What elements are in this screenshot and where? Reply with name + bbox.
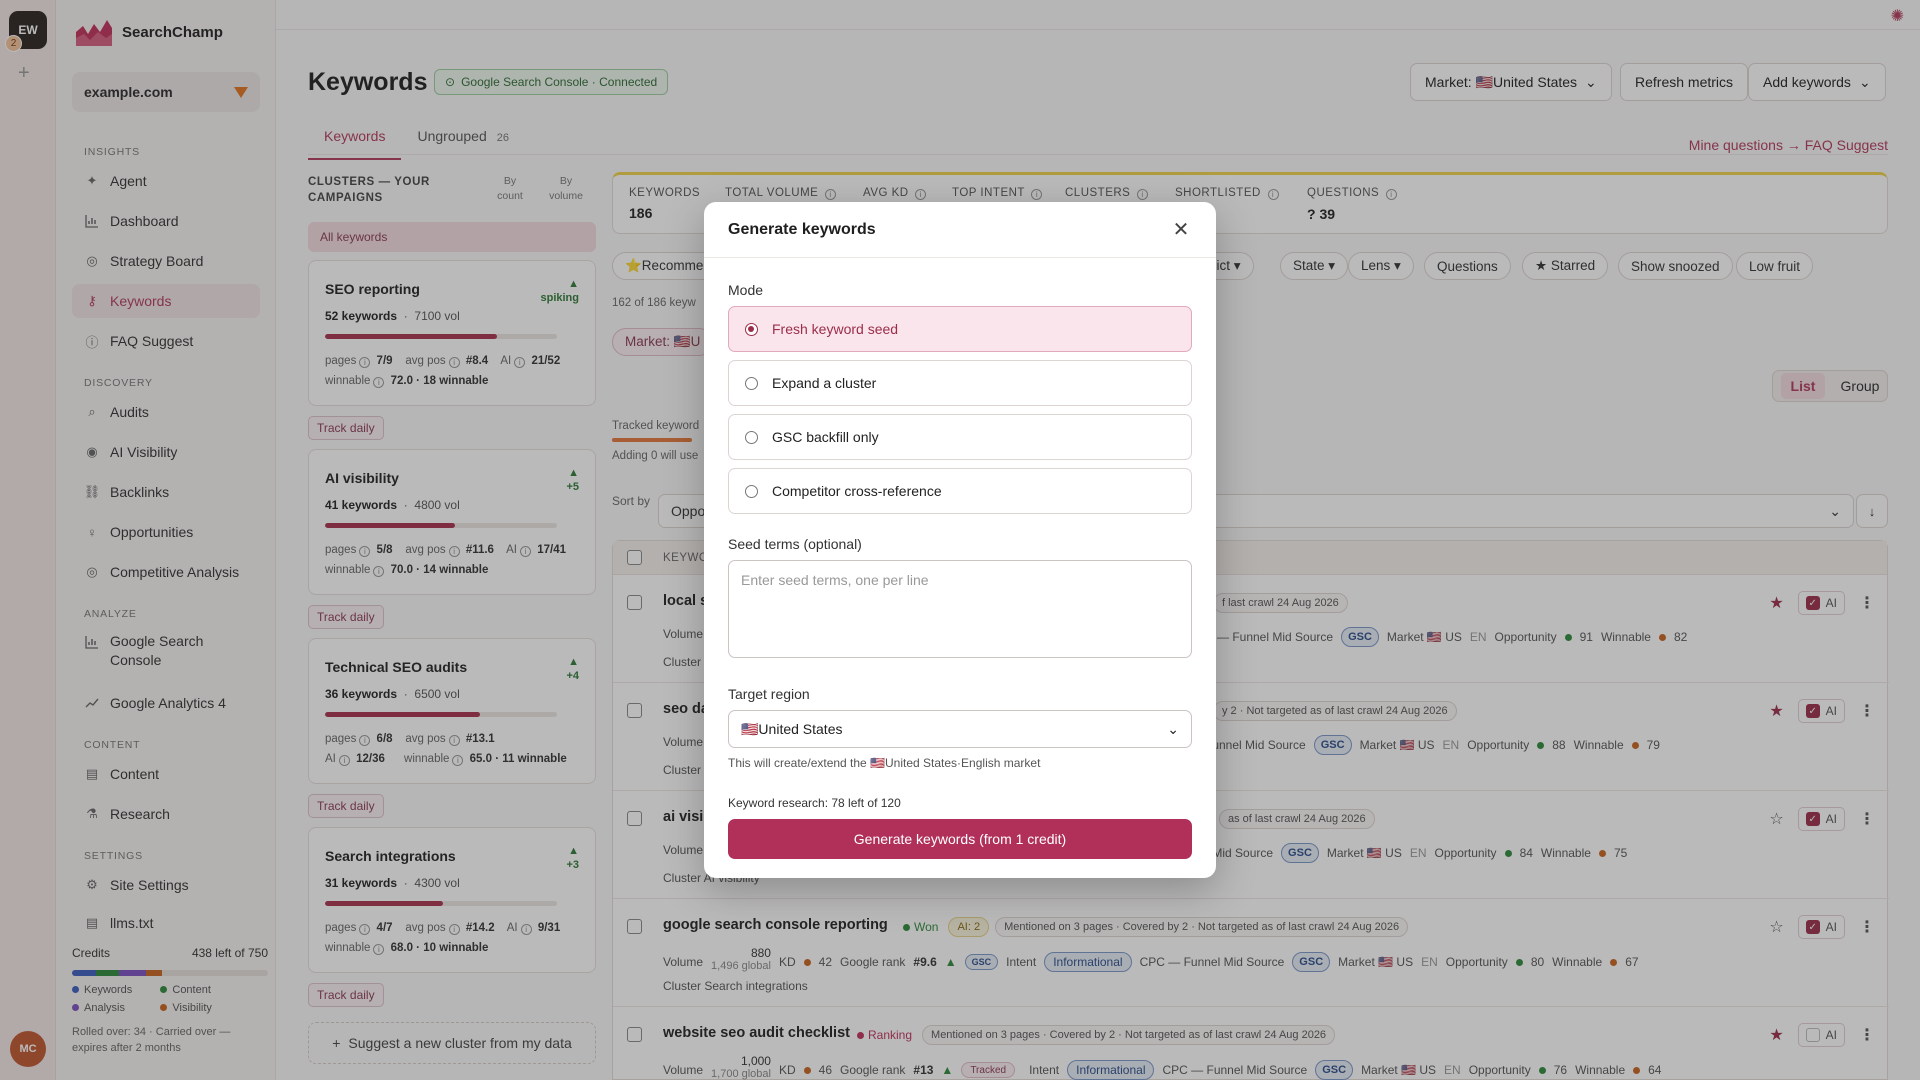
mode-label: Mode xyxy=(728,282,764,298)
generate-keywords-modal: Generate keywords ✕ Mode Fresh keyword s… xyxy=(704,202,1216,878)
mode-option-competitor[interactable]: Competitor cross-reference xyxy=(728,468,1192,514)
region-help-text: This will create/extend the 🇺🇸United Sta… xyxy=(728,756,1041,770)
target-region-select[interactable]: 🇺🇸United States ⌄ xyxy=(728,710,1192,748)
mode-option-fresh[interactable]: Fresh keyword seed xyxy=(728,306,1192,352)
mode-option-gsc-backfill[interactable]: GSC backfill only xyxy=(728,414,1192,460)
target-region-label: Target region xyxy=(728,686,810,702)
close-icon[interactable]: ✕ xyxy=(1170,217,1192,242)
radio-icon xyxy=(745,430,758,444)
radio-icon xyxy=(745,376,758,390)
seed-terms-label: Seed terms (optional) xyxy=(728,536,862,552)
modal-title: Generate keywords xyxy=(728,220,876,238)
generate-keywords-button[interactable]: Generate keywords (from 1 credit) xyxy=(728,819,1192,859)
research-quota: Keyword research: 78 left of 120 xyxy=(728,796,901,810)
chevron-down-icon: ⌄ xyxy=(1167,720,1179,737)
radio-icon xyxy=(745,484,758,498)
radio-selected-icon xyxy=(745,322,758,336)
mode-option-expand[interactable]: Expand a cluster xyxy=(728,360,1192,406)
seed-terms-input[interactable] xyxy=(728,560,1192,658)
